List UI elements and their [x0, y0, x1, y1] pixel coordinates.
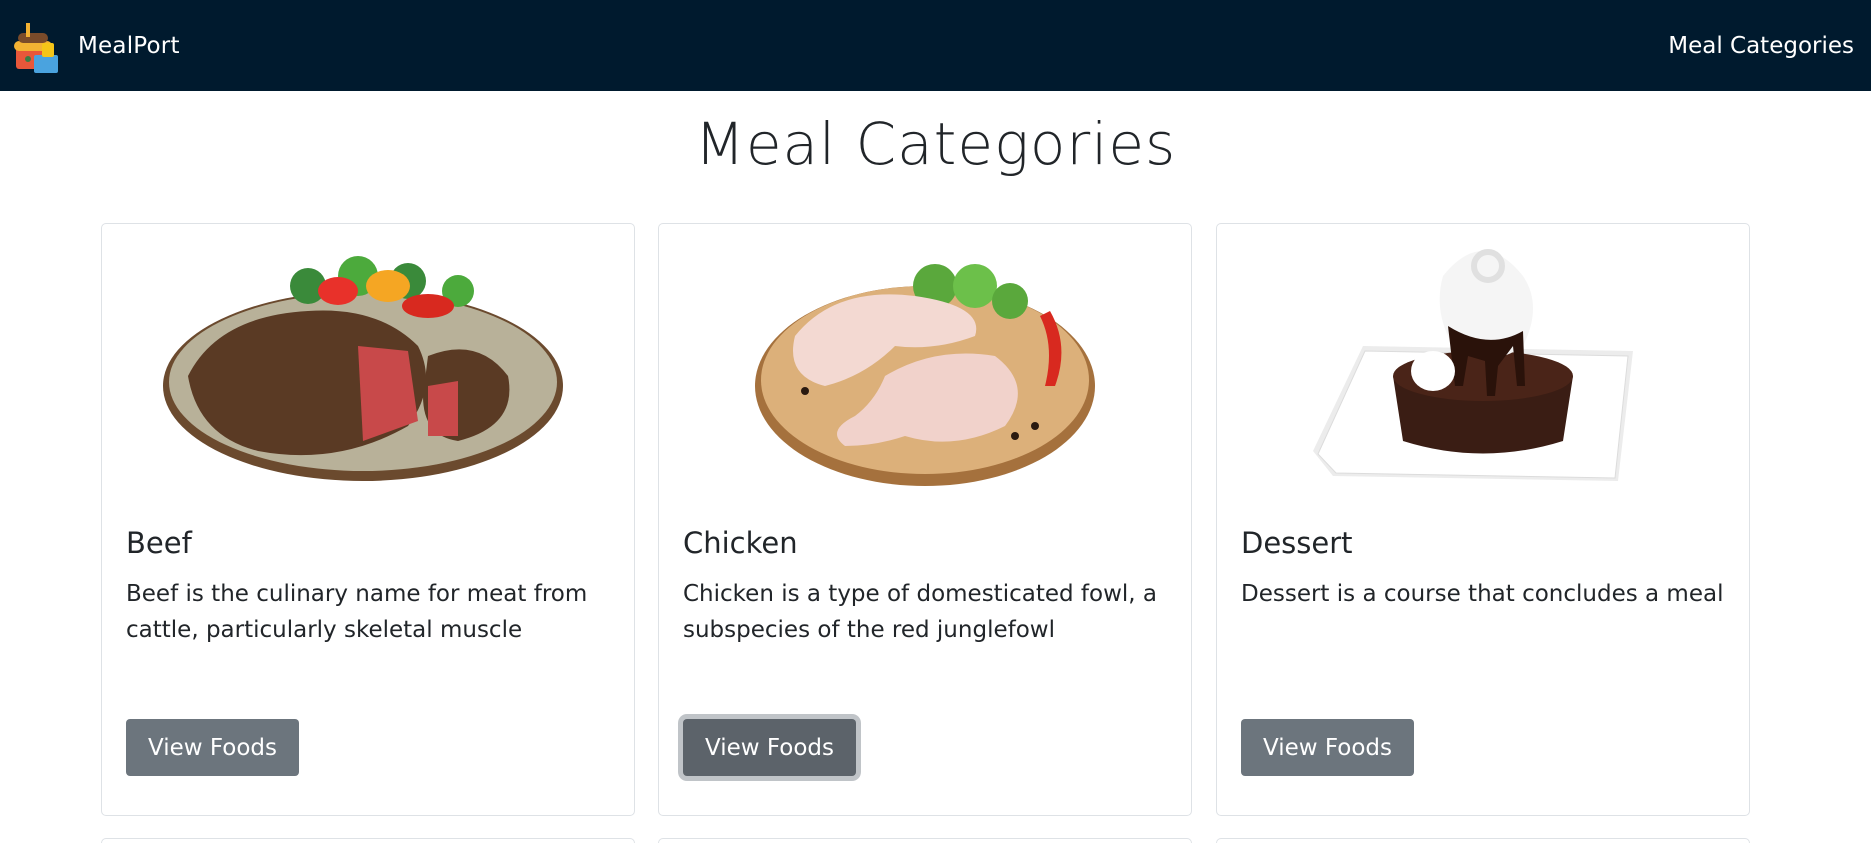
- category-card-chicken: Chicken Chicken is a type of domesticate…: [658, 223, 1192, 816]
- card-title: Chicken: [683, 526, 798, 560]
- category-card-dessert: Dessert Dessert is a course that conclud…: [1216, 223, 1750, 816]
- card-description: Beef is the culinary name for meat from …: [126, 581, 588, 643]
- category-card-partial: [1216, 838, 1750, 843]
- card-title: Dessert: [1241, 526, 1353, 560]
- view-foods-button[interactable]: View Foods: [683, 719, 856, 776]
- card-description: Dessert is a course that concludes a mea…: [1241, 581, 1724, 607]
- card-description: Chicken is a type of domesticated fowl, …: [683, 581, 1157, 643]
- category-card-partial: [658, 838, 1192, 843]
- view-foods-button[interactable]: View Foods: [126, 719, 299, 776]
- page-title: Meal Categories: [694, 110, 1177, 178]
- card-title: Beef: [126, 526, 192, 560]
- navbar: MealPort Meal Categories: [0, 0, 1871, 91]
- mealport-logo-icon: [14, 22, 58, 73]
- brand-name: MealPort: [78, 32, 180, 59]
- category-card-beef: Beef Beef is the culinary name for meat …: [101, 223, 635, 816]
- beef-steak-image: [163, 256, 563, 481]
- category-card-partial: [101, 838, 635, 843]
- nav-link-meal-categories[interactable]: Meal Categories: [1668, 33, 1854, 59]
- brand-link[interactable]: MealPort: [12, 17, 180, 75]
- view-foods-button[interactable]: View Foods: [1241, 719, 1414, 776]
- chocolate-cake-image: [1313, 249, 1633, 481]
- chicken-legs-image: [755, 264, 1095, 486]
